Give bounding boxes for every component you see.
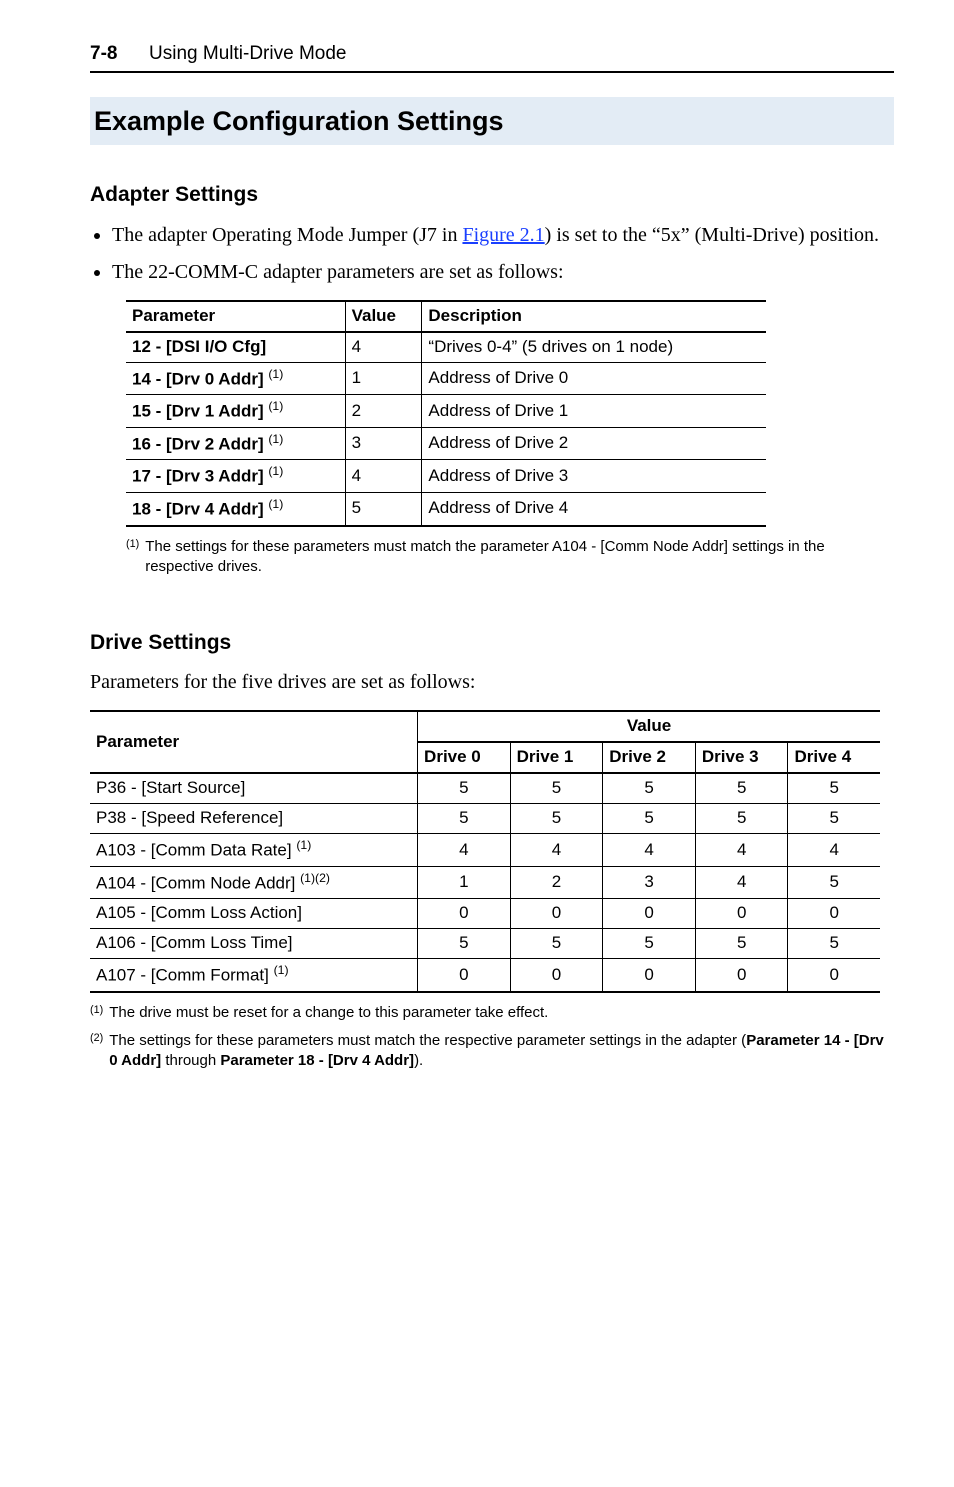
param-cell: A107 - [Comm Format] (1): [90, 959, 418, 992]
value-cell: 0: [788, 899, 880, 929]
value-cell: 5: [418, 804, 511, 834]
value-cell: 1: [418, 866, 511, 899]
table-row: P36 - [Start Source]55555: [90, 773, 880, 803]
table-row: A105 - [Comm Loss Action]00000: [90, 899, 880, 929]
drive-th-d3: Drive 3: [695, 742, 788, 773]
value-cell: 2: [510, 866, 603, 899]
desc-cell: Address of Drive 0: [422, 362, 766, 395]
value-cell: 2: [345, 395, 422, 428]
desc-cell: Address of Drive 3: [422, 460, 766, 493]
value-cell: 5: [603, 804, 696, 834]
value-cell: 5: [695, 929, 788, 959]
page-number: 7-8: [90, 43, 117, 64]
adapter-settings-heading: Adapter Settings: [90, 181, 894, 209]
drive-footnote-2: (2) The settings for these parameters mu…: [90, 1031, 894, 1072]
param-cell: A105 - [Comm Loss Action]: [90, 899, 418, 929]
table-row: A103 - [Comm Data Rate] (1)44444: [90, 834, 880, 867]
drive-intro: Parameters for the five drives are set a…: [90, 669, 894, 696]
desc-cell: Address of Drive 1: [422, 395, 766, 428]
value-cell: 0: [418, 899, 511, 929]
table-row: 18 - [Drv 4 Addr] (1)5Address of Drive 4: [126, 493, 766, 526]
value-cell: 5: [788, 866, 880, 899]
value-cell: 4: [345, 332, 422, 362]
desc-cell: Address of Drive 2: [422, 427, 766, 460]
value-cell: 5: [418, 929, 511, 959]
value-cell: 5: [695, 773, 788, 803]
param-cell: A106 - [Comm Loss Time]: [90, 929, 418, 959]
value-cell: 4: [695, 834, 788, 867]
value-cell: 0: [695, 959, 788, 992]
drive-footnote-1: (1) The drive must be reset for a change…: [90, 1003, 894, 1023]
value-cell: 0: [510, 899, 603, 929]
drive-th-d1: Drive 1: [510, 742, 603, 773]
value-cell: 4: [510, 834, 603, 867]
drive-settings-heading: Drive Settings: [90, 629, 894, 657]
value-cell: 5: [345, 493, 422, 526]
adapter-th-parameter: Parameter: [126, 301, 345, 332]
value-cell: 5: [788, 804, 880, 834]
adapter-th-description: Description: [422, 301, 766, 332]
figure-link[interactable]: Figure 2.1: [462, 224, 544, 246]
table-row: P38 - [Speed Reference]55555: [90, 804, 880, 834]
value-cell: 0: [510, 959, 603, 992]
param-cell: 16 - [Drv 2 Addr] (1): [126, 427, 345, 460]
value-cell: 0: [418, 959, 511, 992]
adapter-table: Parameter Value Description 12 - [DSI I/…: [126, 300, 766, 527]
drive-th-d0: Drive 0: [418, 742, 511, 773]
value-cell: 3: [345, 427, 422, 460]
value-cell: 3: [603, 866, 696, 899]
param-cell: P36 - [Start Source]: [90, 773, 418, 803]
value-cell: 0: [603, 899, 696, 929]
table-row: 14 - [Drv 0 Addr] (1)1Address of Drive 0: [126, 362, 766, 395]
page-header: 7-8 Using Multi-Drive Mode: [90, 40, 894, 73]
desc-cell: “Drives 0-4” (5 drives on 1 node): [422, 332, 766, 362]
value-cell: 5: [510, 804, 603, 834]
param-cell: 12 - [DSI I/O Cfg]: [126, 332, 345, 362]
value-cell: 5: [510, 929, 603, 959]
value-cell: 5: [603, 773, 696, 803]
table-row: 12 - [DSI I/O Cfg]4“Drives 0-4” (5 drive…: [126, 332, 766, 362]
value-cell: 5: [603, 929, 696, 959]
param-cell: 15 - [Drv 1 Addr] (1): [126, 395, 345, 428]
drive-th-d2: Drive 2: [603, 742, 696, 773]
value-cell: 4: [418, 834, 511, 867]
value-cell: 1: [345, 362, 422, 395]
value-cell: 5: [510, 773, 603, 803]
breadcrumb: Using Multi-Drive Mode: [149, 43, 346, 64]
adapter-th-value: Value: [345, 301, 422, 332]
value-cell: 4: [695, 866, 788, 899]
value-cell: 0: [695, 899, 788, 929]
drive-table: Parameter Value Drive 0 Drive 1 Drive 2 …: [90, 710, 880, 992]
table-row: 15 - [Drv 1 Addr] (1)2Address of Drive 1: [126, 395, 766, 428]
value-cell: 5: [695, 804, 788, 834]
adapter-footnote-1: (1) The settings for these parameters mu…: [126, 537, 894, 578]
adapter-bullet-1: The adapter Operating Mode Jumper (J7 in…: [112, 222, 894, 249]
table-row: 16 - [Drv 2 Addr] (1)3Address of Drive 2: [126, 427, 766, 460]
table-row: A104 - [Comm Node Addr] (1)(2)12345: [90, 866, 880, 899]
param-cell: 14 - [Drv 0 Addr] (1): [126, 362, 345, 395]
desc-cell: Address of Drive 4: [422, 493, 766, 526]
table-row: A106 - [Comm Loss Time]55555: [90, 929, 880, 959]
value-cell: 5: [788, 773, 880, 803]
adapter-bullet-2: The 22-COMM-C adapter parameters are set…: [112, 259, 894, 286]
value-cell: 5: [788, 929, 880, 959]
drive-th-d4: Drive 4: [788, 742, 880, 773]
value-cell: 4: [603, 834, 696, 867]
value-cell: 0: [788, 959, 880, 992]
param-cell: P38 - [Speed Reference]: [90, 804, 418, 834]
param-cell: 17 - [Drv 3 Addr] (1): [126, 460, 345, 493]
param-cell: A104 - [Comm Node Addr] (1)(2): [90, 866, 418, 899]
page-title: Example Configuration Settings: [90, 97, 894, 145]
param-cell: 18 - [Drv 4 Addr] (1): [126, 493, 345, 526]
drive-th-value: Value: [418, 711, 880, 742]
table-row: 17 - [Drv 3 Addr] (1)4Address of Drive 3: [126, 460, 766, 493]
value-cell: 4: [788, 834, 880, 867]
adapter-bullets: The adapter Operating Mode Jumper (J7 in…: [90, 222, 894, 286]
drive-th-parameter: Parameter: [90, 711, 418, 773]
param-cell: A103 - [Comm Data Rate] (1): [90, 834, 418, 867]
table-row: A107 - [Comm Format] (1)00000: [90, 959, 880, 992]
value-cell: 0: [603, 959, 696, 992]
value-cell: 4: [345, 460, 422, 493]
value-cell: 5: [418, 773, 511, 803]
